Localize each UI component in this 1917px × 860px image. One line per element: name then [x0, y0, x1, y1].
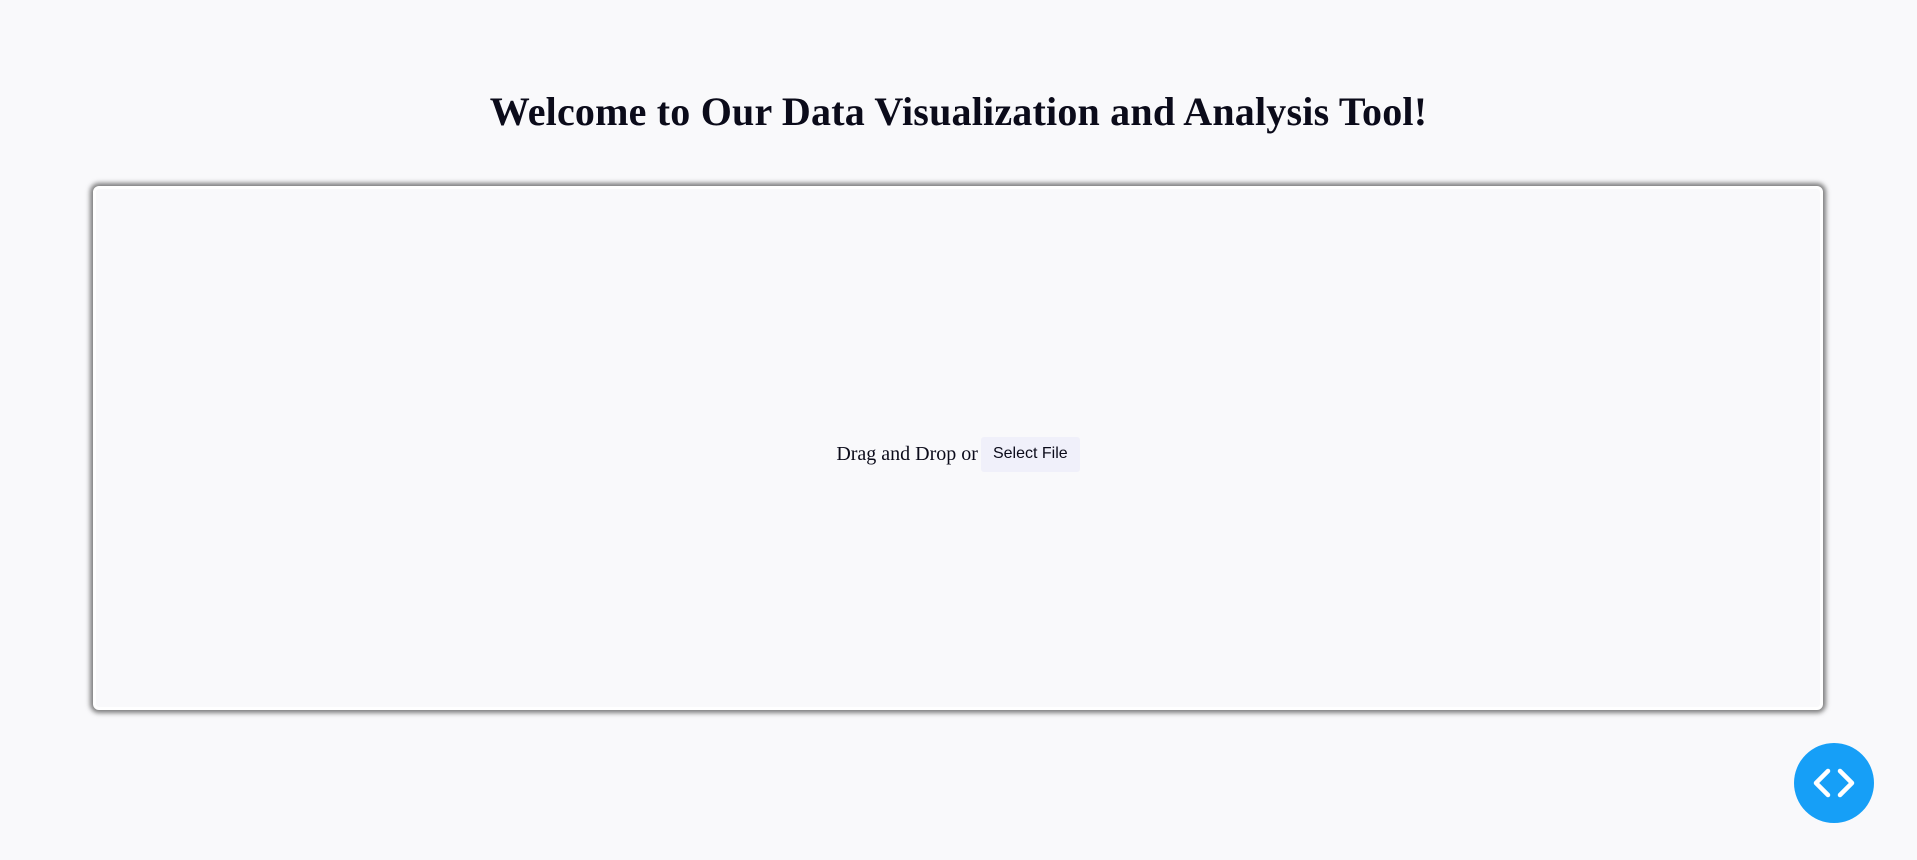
page-title: Welcome to Our Data Visualization and An… — [489, 89, 1428, 134]
upload-prompt-row: Drag and Drop or Select File — [836, 436, 1080, 472]
drag-drop-text: Drag and Drop or — [836, 443, 978, 465]
file-drop-zone[interactable]: Drag and Drop or Select File — [93, 186, 1823, 710]
code-icon — [1813, 768, 1855, 798]
code-toggle-button[interactable] — [1794, 743, 1874, 823]
select-file-button[interactable]: Select File — [980, 436, 1080, 472]
